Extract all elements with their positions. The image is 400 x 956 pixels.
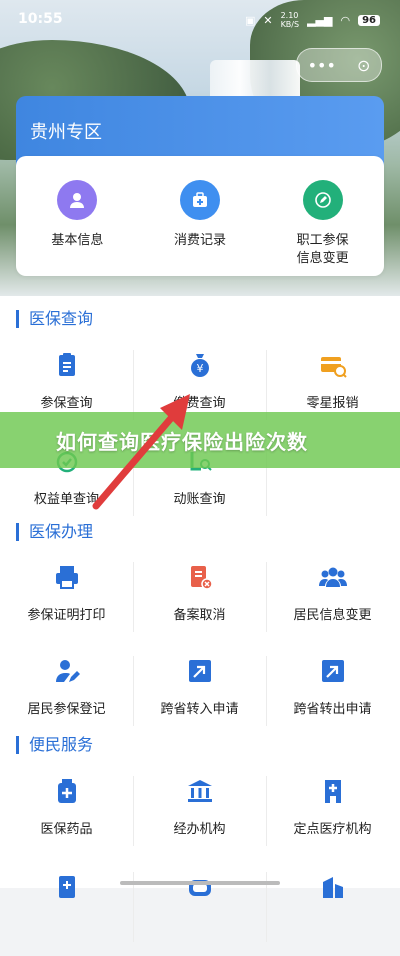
service-label: 经办机构 xyxy=(173,822,226,837)
network-speed: 2.10 KB/S xyxy=(280,11,300,29)
service-label: 备案取消 xyxy=(173,608,226,623)
service-filing-cancel[interactable]: 备案取消 xyxy=(133,552,266,646)
service-partial[interactable] xyxy=(133,862,266,956)
user-edit-icon xyxy=(52,656,82,686)
service-label: 零星报销 xyxy=(306,396,359,411)
quick-action-label: 职工参保 信息变更 xyxy=(296,233,349,266)
service-transfer-in[interactable]: 跨省转入申请 xyxy=(133,646,266,740)
home-indicator[interactable] xyxy=(120,881,280,885)
institution-icon xyxy=(185,776,215,806)
quick-action-label: 基本信息 xyxy=(51,233,104,248)
card-search-icon xyxy=(318,350,348,380)
service-partial-icon xyxy=(52,872,82,902)
service-partial[interactable] xyxy=(266,862,399,956)
money-bag-icon: ¥ xyxy=(185,350,215,380)
service-partial-icon xyxy=(185,872,215,902)
service-medicine[interactable]: 医保药品 xyxy=(0,766,133,860)
more-button[interactable]: ••• xyxy=(308,56,336,75)
section-title-convenience: 便民服务 xyxy=(16,736,93,754)
region-title: 贵州专区 xyxy=(30,122,102,143)
service-label: 居民信息变更 xyxy=(293,608,372,623)
status-bar: 10:55 ▣ ✕ 2.10 KB/S ▂▄▆ ◠ 96 xyxy=(0,0,400,40)
service-label: 参保证明打印 xyxy=(27,608,106,623)
service-institution[interactable]: 经办机构 xyxy=(133,766,266,860)
quick-actions: 基本信息 消费记录 职工参保 信息变更 xyxy=(16,156,384,276)
cancel-doc-icon xyxy=(185,562,215,592)
vibrate-icon: ▣ xyxy=(244,13,256,27)
quick-action-basic-info[interactable]: 基本信息 xyxy=(16,156,139,276)
service-label: 参保查询 xyxy=(40,396,93,411)
convenience-row-1: 医保药品 经办机构 定点医疗机构 xyxy=(0,766,400,860)
service-label: 定点医疗机构 xyxy=(293,822,372,837)
medical-kit-icon xyxy=(180,180,220,220)
svg-text:¥: ¥ xyxy=(196,362,203,375)
service-designated-hospital[interactable]: 定点医疗机构 xyxy=(266,766,399,860)
person-icon xyxy=(57,180,98,220)
printer-icon xyxy=(52,562,82,592)
mute-icon: ✕ xyxy=(263,13,273,27)
service-resident-register[interactable]: 居民参保登记 xyxy=(0,646,133,740)
transfer-in-icon xyxy=(185,656,215,686)
section-title-query: 医保查询 xyxy=(16,310,93,328)
signal-icon: ▂▄▆ xyxy=(307,13,333,27)
red-arrow-icon xyxy=(92,394,190,510)
hospital-icon xyxy=(318,776,348,806)
service-label: 跨省转出申请 xyxy=(293,702,372,717)
battery-indicator: 96 xyxy=(358,14,380,26)
status-time: 10:55 xyxy=(18,11,63,27)
miniprogram-capsule: ••• ⊙ xyxy=(296,48,382,82)
service-label: 居民参保登记 xyxy=(27,702,106,717)
service-partial[interactable] xyxy=(0,862,133,956)
edit-icon xyxy=(302,180,343,220)
service-partial-icon xyxy=(318,872,348,902)
service-certificate-print[interactable]: 参保证明打印 xyxy=(0,552,133,646)
handling-row-2: 居民参保登记 跨省转入申请 跨省转出申请 xyxy=(0,646,400,740)
service-label: 跨省转入申请 xyxy=(160,702,239,717)
group-icon xyxy=(318,562,348,592)
clipboard-icon xyxy=(52,350,82,380)
transfer-out-icon xyxy=(318,656,348,686)
wifi-icon: ◠ xyxy=(340,13,351,27)
section-title-handling: 医保办理 xyxy=(16,523,93,541)
medicine-icon xyxy=(52,776,82,806)
convenience-row-2-partial xyxy=(0,862,400,956)
quick-action-consumption[interactable]: 消费记录 xyxy=(139,156,262,276)
quick-action-info-change[interactable]: 职工参保 信息变更 xyxy=(261,156,384,276)
quick-action-label: 消费记录 xyxy=(174,233,227,248)
service-label: 医保药品 xyxy=(40,822,93,837)
handling-row-1: 参保证明打印 备案取消 居民信息变更 xyxy=(0,552,400,646)
service-resident-info-change[interactable]: 居民信息变更 xyxy=(266,552,399,646)
close-button[interactable]: ⊙ xyxy=(357,56,370,75)
service-transfer-out[interactable]: 跨省转出申请 xyxy=(266,646,399,740)
